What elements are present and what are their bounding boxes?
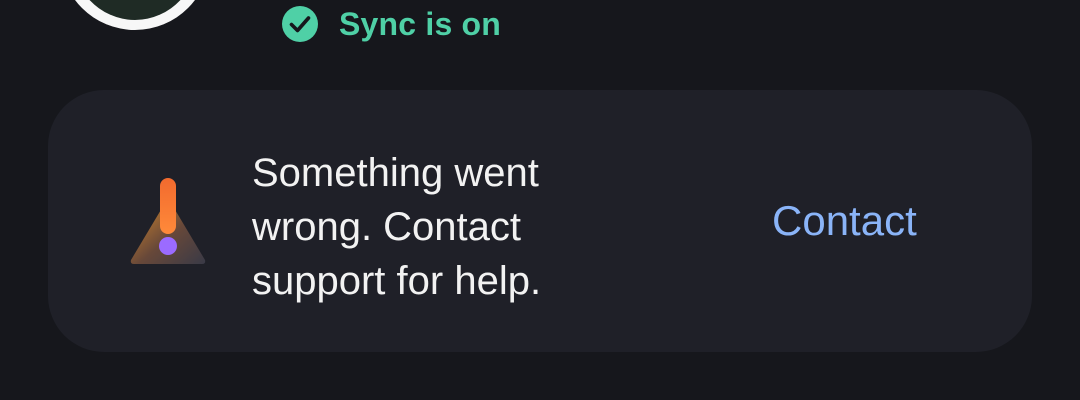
avatar-image <box>70 0 200 20</box>
warning-icon <box>130 178 206 264</box>
sync-status: Sync is on <box>281 4 501 44</box>
profile-avatar[interactable] <box>60 0 210 30</box>
error-message: Something went wrong. Contact support fo… <box>252 151 542 303</box>
sync-status-label: Sync is on <box>339 5 502 42</box>
error-card: Something went wrong. Contact support fo… <box>48 90 1032 352</box>
check-circle-icon <box>282 6 318 42</box>
contact-button[interactable]: Contact <box>772 194 917 248</box>
